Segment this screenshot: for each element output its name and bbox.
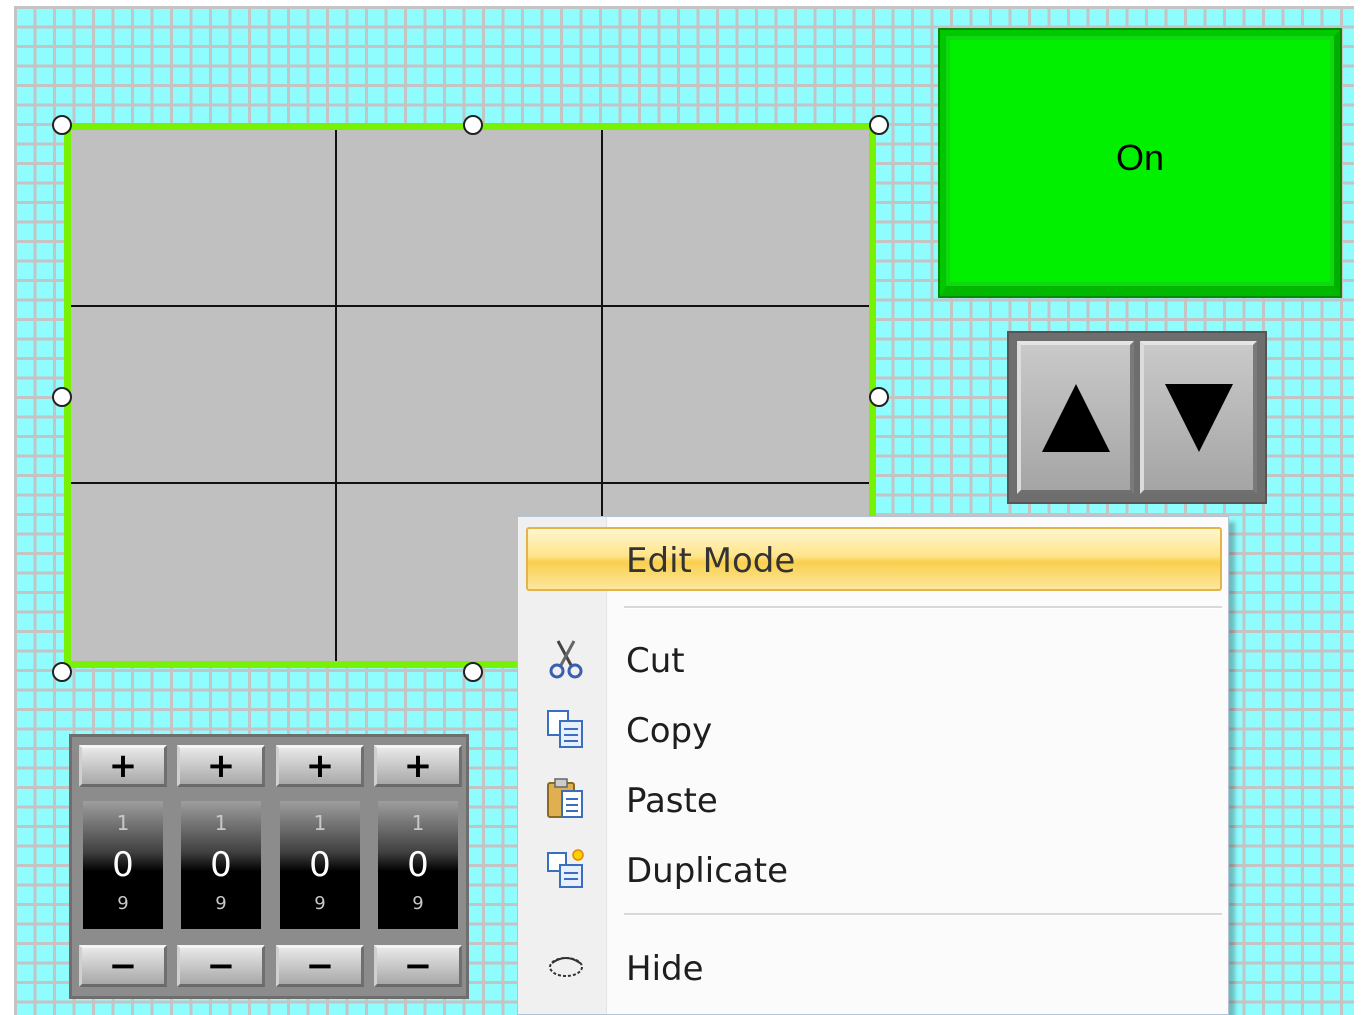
paste-icon	[547, 778, 583, 818]
menu-separator	[624, 913, 1222, 916]
hide-icon	[549, 957, 583, 977]
minus-icon: −	[206, 946, 236, 986]
grid-cell[interactable]	[337, 307, 603, 484]
digit-column: + 1 0 9 −	[374, 737, 462, 996]
resize-handle-bottom[interactable]	[463, 662, 483, 682]
digit-wheel[interactable]: 1 0 9	[280, 801, 360, 929]
up-arrow-button[interactable]	[1017, 341, 1134, 494]
menu-item-label: Duplicate	[626, 851, 788, 891]
menu-item-label: Edit Mode	[626, 541, 796, 581]
plus-icon: +	[206, 746, 236, 786]
digit-value: 0	[112, 845, 134, 885]
on-button-label: On	[1115, 137, 1165, 178]
digit-wheel[interactable]: 1 0 9	[83, 801, 163, 929]
digit-column: + 1 0 9 −	[79, 737, 167, 996]
decrement-button[interactable]: −	[177, 945, 265, 987]
increment-button[interactable]: +	[79, 745, 167, 787]
digit-column: + 1 0 9 −	[276, 737, 364, 996]
minus-icon: −	[108, 946, 138, 986]
digit-value: 0	[210, 845, 232, 885]
resize-handle-top[interactable]	[463, 115, 483, 135]
menu-item-edit-mode[interactable]: Edit Mode	[526, 527, 1222, 591]
down-arrow-button[interactable]	[1140, 341, 1257, 494]
minus-icon: −	[403, 946, 433, 986]
digit-next: 9	[412, 893, 424, 914]
menu-item-hide[interactable]: Hide	[526, 935, 1222, 999]
decrement-button[interactable]: −	[374, 945, 462, 987]
grid-cell[interactable]	[71, 484, 337, 661]
resize-handle-top-right[interactable]	[869, 115, 889, 135]
copy-icon	[547, 710, 583, 748]
on-button[interactable]: On	[940, 30, 1340, 296]
triangle-down-icon	[1164, 383, 1233, 452]
menu-item-cut[interactable]: Cut	[526, 627, 1222, 691]
menu-item-label: Paste	[626, 781, 718, 821]
grid-cell[interactable]	[337, 130, 603, 307]
increment-button[interactable]: +	[276, 745, 364, 787]
digit-prev: 1	[214, 811, 228, 835]
resize-handle-right[interactable]	[869, 387, 889, 407]
digit-column: + 1 0 9 −	[177, 737, 265, 996]
resize-handle-left[interactable]	[52, 387, 72, 407]
minus-icon: −	[305, 946, 335, 986]
digit-next: 9	[314, 893, 326, 914]
digit-value: 0	[309, 845, 331, 885]
digit-prev: 1	[313, 811, 327, 835]
menu-item-paste[interactable]: Paste	[526, 767, 1222, 831]
digit-counter-widget: + 1 0 9 − + 1 0 9 − + 1 0 9 − + 1 0 9 −	[69, 734, 469, 999]
grid-cell[interactable]	[603, 307, 869, 484]
digit-prev: 1	[116, 811, 130, 835]
triangle-up-icon	[1041, 383, 1110, 452]
digit-value: 0	[407, 845, 429, 885]
grid-cell[interactable]	[71, 307, 337, 484]
scissors-icon	[549, 640, 583, 679]
decrement-button[interactable]: −	[79, 945, 167, 987]
digit-wheel[interactable]: 1 0 9	[181, 801, 261, 929]
menu-item-label: Cut	[626, 641, 685, 681]
grid-cell[interactable]	[71, 130, 337, 307]
resize-handle-top-left[interactable]	[52, 115, 72, 135]
plus-icon: +	[108, 746, 138, 786]
menu-item-copy[interactable]: Copy	[526, 697, 1222, 761]
grid-cell[interactable]	[603, 130, 869, 307]
up-down-widget	[1007, 331, 1267, 504]
decrement-button[interactable]: −	[276, 945, 364, 987]
digit-wheel[interactable]: 1 0 9	[378, 801, 458, 929]
increment-button[interactable]: +	[177, 745, 265, 787]
digit-next: 9	[215, 893, 227, 914]
duplicate-icon	[547, 849, 584, 888]
menu-item-duplicate[interactable]: Duplicate	[526, 837, 1222, 901]
digit-prev: 1	[411, 811, 425, 835]
plus-icon: +	[305, 746, 335, 786]
menu-separator	[624, 606, 1222, 609]
resize-handle-bottom-left[interactable]	[52, 662, 72, 682]
context-menu: Edit Mode Cut Copy Paste Duplicate Hide	[517, 516, 1229, 1015]
digit-next: 9	[117, 893, 129, 914]
menu-item-label: Copy	[626, 711, 713, 751]
plus-icon: +	[403, 746, 433, 786]
menu-item-label: Hide	[626, 949, 704, 989]
increment-button[interactable]: +	[374, 745, 462, 787]
